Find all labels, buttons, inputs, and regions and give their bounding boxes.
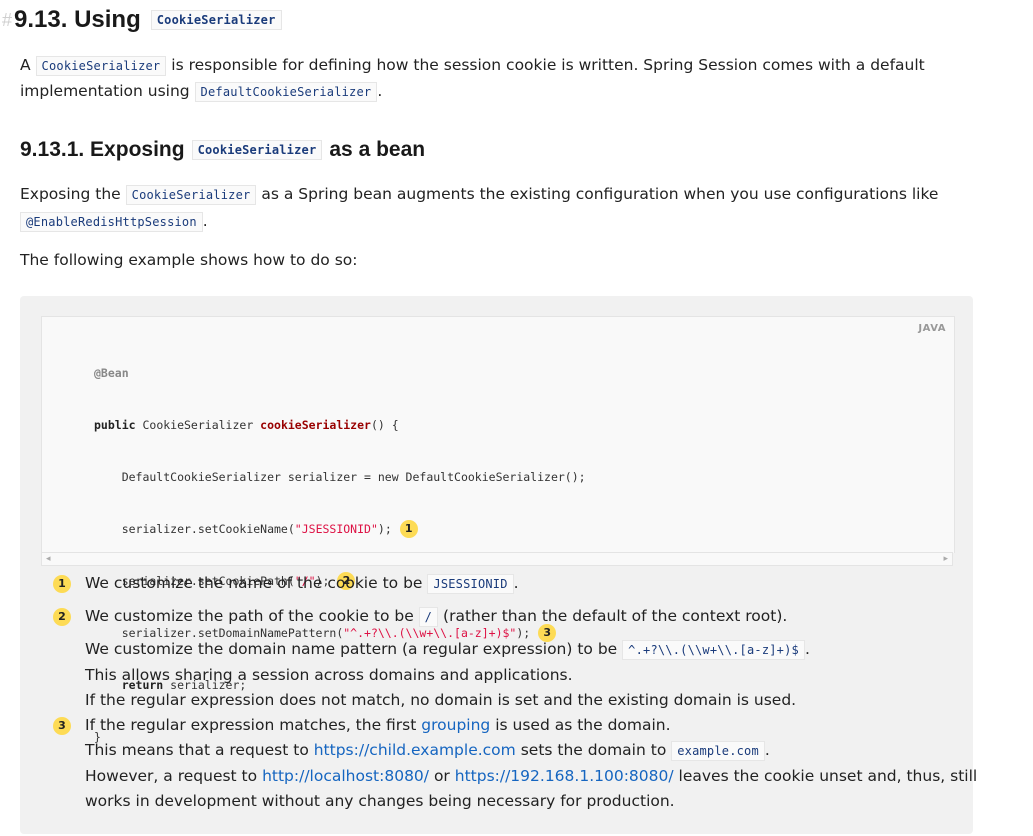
callout-line: If the regular expression matches, the f… <box>85 716 417 734</box>
inline-code: example.com <box>671 741 765 761</box>
code-text: ); <box>377 522 392 536</box>
callout-line: (rather than the default of the context … <box>443 607 788 625</box>
callout-line: We customize the name of the cookie to b… <box>85 574 423 592</box>
callout-text: We customize the path of the cookie to b… <box>85 604 945 630</box>
callout-line: This allows sharing a session across dom… <box>85 666 573 684</box>
intro-text: A <box>20 56 31 74</box>
ip-address-link[interactable]: https://192.168.1.100:8080/ <box>455 767 674 785</box>
grouping-link[interactable]: grouping <box>421 716 490 734</box>
section-heading: # 9.13. Using CookieSerializer <box>2 6 282 34</box>
inline-code: @EnableRedisHttpSession <box>20 212 203 232</box>
code-line: DefaultCookieSerializer serializer = new… <box>94 465 586 489</box>
code-line: public CookieSerializer cookieSerializer… <box>94 413 586 437</box>
callout-number: 3 <box>53 717 71 735</box>
callout-line: We customize the domain name pattern (a … <box>85 640 618 658</box>
para-text: as a Spring bean augments the existing c… <box>261 185 939 203</box>
callout-line: . <box>513 574 519 592</box>
listing-block: JAVA @Bean public CookieSerializer cooki… <box>20 296 977 834</box>
code-text: CookieSerializer <box>135 418 261 432</box>
code-string: "JSESSIONID" <box>294 522 378 536</box>
subsection-title-code: CookieSerializer <box>191 140 323 160</box>
code-keyword: public <box>94 418 136 432</box>
inline-code: JSESSIONID <box>427 574 514 594</box>
subsection-title: 9.13.1. Exposing <box>20 138 185 161</box>
subsection-title-end: as a bean <box>329 138 426 161</box>
section-title: 9.13. Using <box>14 6 141 33</box>
code-line: serializer.setCookieName("JSESSIONID"); 1 <box>94 517 586 541</box>
callout-line: leaves the cookie unset and, thus, still <box>678 767 978 785</box>
callout-number: 2 <box>53 608 71 626</box>
callout-line: . <box>804 640 810 658</box>
code-horizontal-scrollbar[interactable]: ◂ ▸ <box>41 552 953 566</box>
section-title-code: CookieSerializer <box>150 10 282 30</box>
code-line: @Bean <box>94 361 586 385</box>
code-annotation: @Bean <box>94 366 129 380</box>
callout-line: is used as the domain. <box>495 716 671 734</box>
code-language-label: JAVA <box>918 323 946 334</box>
code-text: serializer.setCookieName( <box>94 522 295 536</box>
code-function-name: cookieSerializer <box>260 418 371 432</box>
scroll-left-arrow-icon[interactable]: ◂ <box>46 554 51 564</box>
code-text: DefaultCookieSerializer serializer = new… <box>94 470 586 484</box>
callout-line: sets the domain to <box>520 741 667 759</box>
inline-code: CookieSerializer <box>125 185 257 205</box>
child-example-link[interactable]: https://child.example.com <box>314 741 516 759</box>
section-anchor-link[interactable]: # <box>2 10 12 31</box>
para-text: . <box>202 212 208 230</box>
code-text: () { <box>370 418 399 432</box>
localhost-link[interactable]: http://localhost:8080/ <box>262 767 429 785</box>
code-block: JAVA @Bean public CookieSerializer cooki… <box>41 316 955 744</box>
callout-text: We customize the name of the cookie to b… <box>85 571 945 597</box>
callout-line: However, a request to <box>85 767 258 785</box>
intro-paragraph: A CookieSerializer is responsible for de… <box>20 53 960 105</box>
inline-code: ^.+?\\.(\\w+\\.[a-z]+)$ <box>622 640 805 660</box>
scroll-right-arrow-icon[interactable]: ▸ <box>943 554 948 564</box>
exposing-paragraph: Exposing the CookieSerializer as a Sprin… <box>20 181 960 235</box>
inline-code: CookieSerializer <box>35 56 167 76</box>
intro-text: . <box>377 82 383 100</box>
callout-line: This means that a request to <box>85 741 309 759</box>
callout-line: We customize the path of the cookie to b… <box>85 607 414 625</box>
callout-1-marker: 1 <box>399 520 418 538</box>
callout-number: 1 <box>53 575 71 593</box>
example-intro: The following example shows how to do so… <box>20 251 358 269</box>
callout-line: or <box>433 767 450 785</box>
subsection-heading: 9.13.1. Exposing CookieSerializer as a b… <box>20 138 425 162</box>
para-text: Exposing the <box>20 185 121 203</box>
callout-text: We customize the domain name pattern (a … <box>85 637 977 814</box>
inline-code: DefaultCookieSerializer <box>194 82 378 102</box>
callout-line: works in development without any changes… <box>85 792 675 810</box>
inline-code: / <box>418 607 439 627</box>
callout-line: . <box>764 741 770 759</box>
callout-line: If the regular expression does not match… <box>85 691 797 709</box>
